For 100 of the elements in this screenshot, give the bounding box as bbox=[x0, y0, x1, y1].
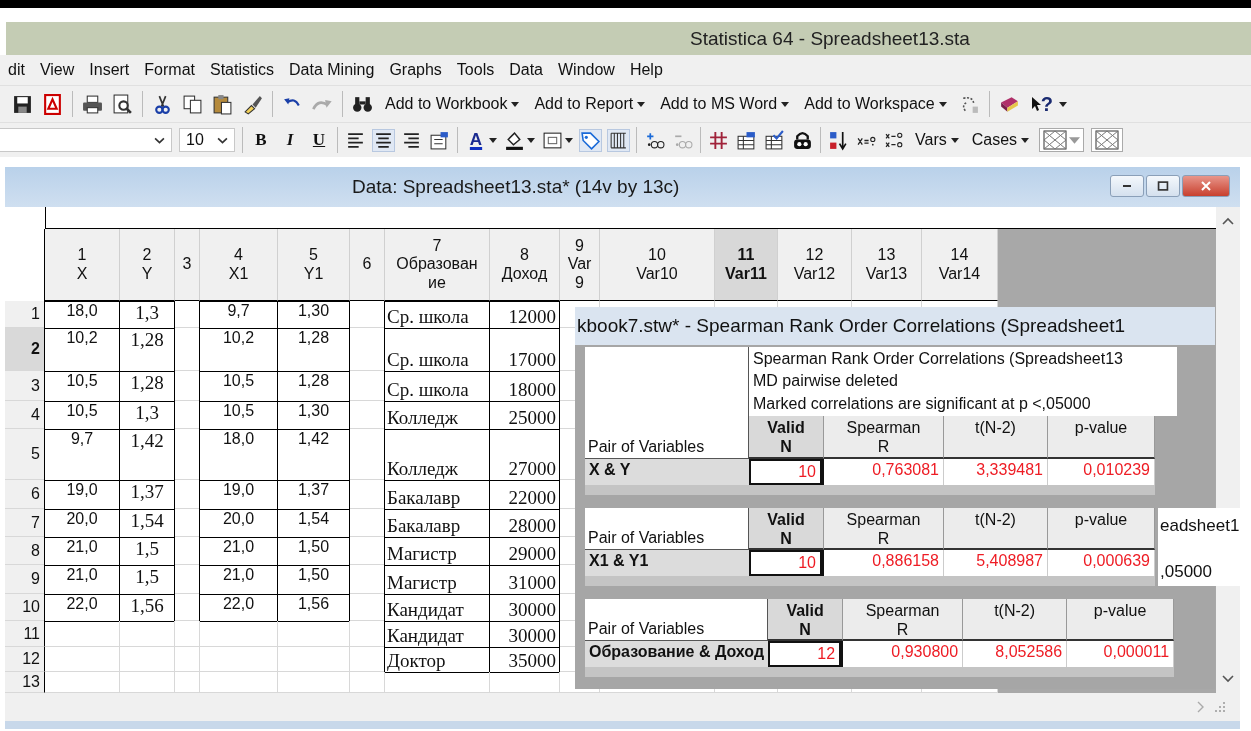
column-header[interactable]: Spearman R bbox=[824, 416, 944, 459]
column-header[interactable]: 14 Var14 bbox=[922, 229, 998, 301]
menu-item[interactable]: Format bbox=[144, 61, 195, 79]
column-header[interactable]: t(N-2) bbox=[944, 507, 1048, 550]
column-header[interactable]: Valid N bbox=[749, 416, 824, 459]
column-header[interactable]: p-value bbox=[1067, 598, 1175, 642]
row-header[interactable]: 11 bbox=[5, 621, 45, 647]
grid-icon[interactable] bbox=[608, 129, 629, 151]
resize-grip-icon[interactable] bbox=[1214, 701, 1226, 713]
column-header[interactable]: 6 bbox=[350, 229, 385, 301]
bold-button[interactable]: B bbox=[250, 130, 272, 150]
row-header[interactable]: 10 bbox=[5, 594, 45, 621]
menu-item[interactable]: Statistics bbox=[210, 61, 274, 79]
column-header[interactable]: 9 Var9 bbox=[560, 229, 600, 301]
cut-icon[interactable] bbox=[152, 93, 173, 115]
row-header[interactable]: 1 bbox=[5, 301, 45, 328]
column-header[interactable]: 13 Var13 bbox=[852, 229, 922, 301]
toolbar-dropdown-button[interactable]: Vars bbox=[912, 129, 962, 151]
empty-cell bbox=[278, 621, 350, 647]
column-header[interactable]: 11 Var11 bbox=[715, 229, 778, 301]
align-center-icon[interactable] bbox=[373, 129, 394, 151]
column-header[interactable]: 8 Доход bbox=[490, 229, 560, 301]
italic-button[interactable]: I bbox=[279, 130, 301, 150]
underline-button[interactable]: U bbox=[308, 130, 330, 150]
menu-item[interactable]: Window bbox=[558, 61, 615, 79]
pdf-icon[interactable] bbox=[42, 93, 63, 115]
column-header[interactable]: t(N-2) bbox=[944, 416, 1048, 459]
row-header[interactable]: 6 bbox=[5, 480, 45, 509]
paste-icon[interactable] bbox=[212, 93, 233, 115]
tag-icon[interactable] bbox=[580, 129, 601, 151]
font-color-button[interactable]: A bbox=[465, 130, 487, 150]
toolbar-dropdown-button[interactable]: Cases bbox=[968, 129, 1033, 151]
row-header[interactable]: 8 bbox=[5, 537, 45, 565]
table-cell: 0,000639 bbox=[1048, 549, 1155, 576]
sort-icon[interactable] bbox=[828, 129, 849, 151]
save-icon[interactable] bbox=[12, 93, 33, 115]
menu-item[interactable]: Help bbox=[629, 61, 663, 79]
scroll-up-icon[interactable] bbox=[1222, 217, 1234, 225]
column-header[interactable]: 12 Var12 bbox=[778, 229, 852, 301]
lock-icon[interactable] bbox=[792, 129, 813, 151]
column-header[interactable]: 3 bbox=[175, 229, 200, 301]
table-cell: 12000 bbox=[489, 301, 560, 329]
font-size-dropdown[interactable]: 10 bbox=[179, 128, 235, 152]
pattern-dropdown[interactable] bbox=[1091, 128, 1124, 152]
menu-item[interactable]: Data Mining bbox=[289, 61, 375, 79]
minimize-button[interactable] bbox=[1110, 175, 1144, 197]
menu-item[interactable]: Data bbox=[509, 61, 543, 79]
print-preview-icon[interactable] bbox=[112, 93, 133, 115]
column-header[interactable]: p-value bbox=[1048, 416, 1155, 459]
column-header[interactable]: Valid N bbox=[768, 598, 844, 642]
toolbar-dropdown-button[interactable]: Add to Report bbox=[531, 93, 649, 115]
column-header[interactable]: 7 Образование bbox=[385, 229, 490, 301]
column-header[interactable]: 5 Y1 bbox=[278, 229, 350, 301]
caret-icon bbox=[1021, 137, 1030, 143]
row-header[interactable]: 5 bbox=[5, 429, 45, 480]
help-button[interactable]: ? bbox=[1028, 92, 1055, 116]
toolbar-dropdown-button[interactable]: Add to Workbook bbox=[382, 93, 523, 115]
row-header[interactable]: 13 bbox=[5, 672, 45, 693]
row-header[interactable]: 7 bbox=[5, 509, 45, 537]
toolbar-dropdown-button[interactable]: Add to MS Word bbox=[657, 93, 793, 115]
column-header[interactable]: Spearman R bbox=[824, 507, 944, 550]
close-button[interactable] bbox=[1182, 175, 1230, 197]
print-icon[interactable] bbox=[82, 93, 103, 115]
fill-color-icon[interactable] bbox=[504, 129, 525, 151]
maximize-button[interactable] bbox=[1146, 175, 1180, 197]
column-header[interactable]: 2 Y bbox=[120, 229, 175, 301]
toolbar-dropdown-button[interactable]: Add to Workspace bbox=[801, 93, 950, 115]
dropdown-caret-icon[interactable] bbox=[1058, 101, 1067, 107]
brush-icon[interactable] bbox=[242, 93, 263, 115]
spreadsheet-check-icon[interactable] bbox=[764, 129, 785, 151]
variable-grid-icon[interactable] bbox=[708, 129, 729, 151]
minimize-icon bbox=[1121, 185, 1133, 187]
properties-icon[interactable] bbox=[429, 129, 450, 151]
pattern-dropdown[interactable] bbox=[1039, 128, 1085, 152]
column-header[interactable]: 10 Var10 bbox=[600, 229, 715, 301]
row-header[interactable]: 9 bbox=[5, 565, 45, 594]
column-header[interactable]: t(N-2) bbox=[963, 598, 1068, 642]
column-header[interactable]: Valid N bbox=[749, 507, 824, 550]
column-header[interactable]: p-value bbox=[1048, 507, 1155, 550]
copy-icon[interactable] bbox=[182, 93, 203, 115]
scroll-down-icon[interactable] bbox=[1222, 675, 1234, 683]
menu-item[interactable]: Insert bbox=[89, 61, 130, 79]
row-header[interactable]: 12 bbox=[5, 647, 45, 672]
menu-item[interactable]: dit bbox=[8, 61, 25, 79]
dropdown-caret-icon[interactable] bbox=[565, 137, 573, 143]
row-header[interactable]: 2 bbox=[5, 328, 45, 371]
dropdown-caret-icon[interactable] bbox=[527, 137, 535, 143]
column-header[interactable]: 4 X1 bbox=[200, 229, 278, 301]
menu-item[interactable]: Graphs bbox=[389, 61, 442, 79]
dropdown-caret-icon[interactable] bbox=[489, 137, 497, 143]
column-header[interactable]: 1 X bbox=[45, 229, 120, 301]
menu-item[interactable]: View bbox=[39, 61, 75, 79]
spreadsheet-icon[interactable] bbox=[736, 129, 757, 151]
row-header[interactable]: 4 bbox=[5, 401, 45, 429]
row-header[interactable]: Образование & Доход bbox=[585, 641, 769, 668]
column-header[interactable]: Spearman R bbox=[843, 598, 964, 642]
row-header[interactable]: X1 & Y1 bbox=[585, 549, 749, 576]
row-header[interactable]: 3 bbox=[5, 371, 45, 401]
row-header[interactable]: X & Y bbox=[585, 458, 749, 485]
menu-item[interactable]: Tools bbox=[456, 61, 495, 79]
